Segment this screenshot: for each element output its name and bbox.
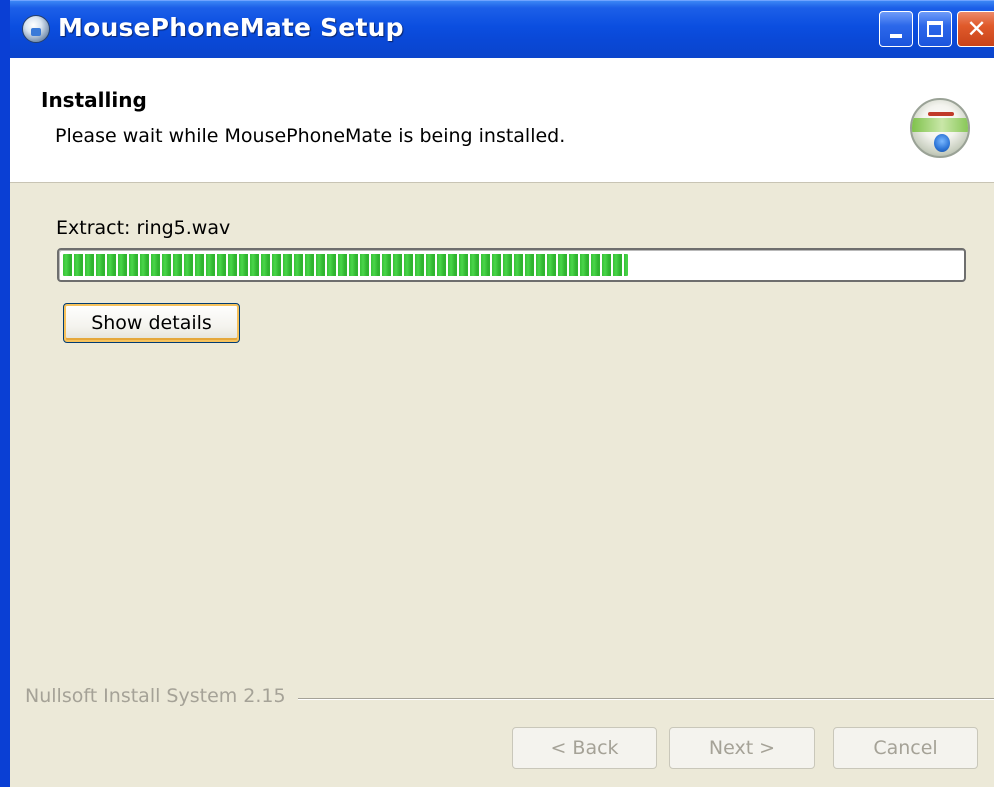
progress-status-text: Extract: ring5.wav — [56, 217, 231, 239]
title-bar[interactable]: MousePhoneMate Setup ✕ — [10, 0, 994, 58]
branding-divider — [298, 698, 994, 700]
window-title: MousePhoneMate Setup — [58, 13, 404, 42]
installer-disc-icon — [910, 98, 970, 158]
install-progress-bar — [57, 248, 966, 282]
back-button[interactable]: < Back — [512, 727, 657, 769]
page-subtitle: Please wait while MousePhoneMate is bein… — [55, 125, 566, 147]
setup-window: MousePhoneMate Setup ✕ Installing Please… — [0, 0, 994, 787]
branding-text: Nullsoft Install System 2.15 — [25, 685, 286, 707]
disc-label — [928, 112, 954, 116]
app-icon — [22, 15, 50, 43]
close-icon: ✕ — [966, 15, 987, 43]
download-arrow-icon — [934, 134, 950, 152]
minimize-button[interactable] — [879, 11, 913, 47]
maximize-button[interactable] — [918, 11, 952, 47]
cancel-button[interactable]: Cancel — [833, 727, 978, 769]
page-header: Installing Please wait while MousePhoneM… — [10, 58, 994, 183]
show-details-button[interactable]: Show details — [63, 303, 240, 343]
minimize-icon — [890, 34, 902, 38]
close-button[interactable]: ✕ — [957, 11, 994, 47]
progress-fill — [63, 254, 629, 276]
next-button[interactable]: Next > — [669, 727, 815, 769]
disc-band — [912, 118, 968, 132]
maximize-icon — [927, 21, 943, 37]
page-title: Installing — [41, 88, 147, 112]
